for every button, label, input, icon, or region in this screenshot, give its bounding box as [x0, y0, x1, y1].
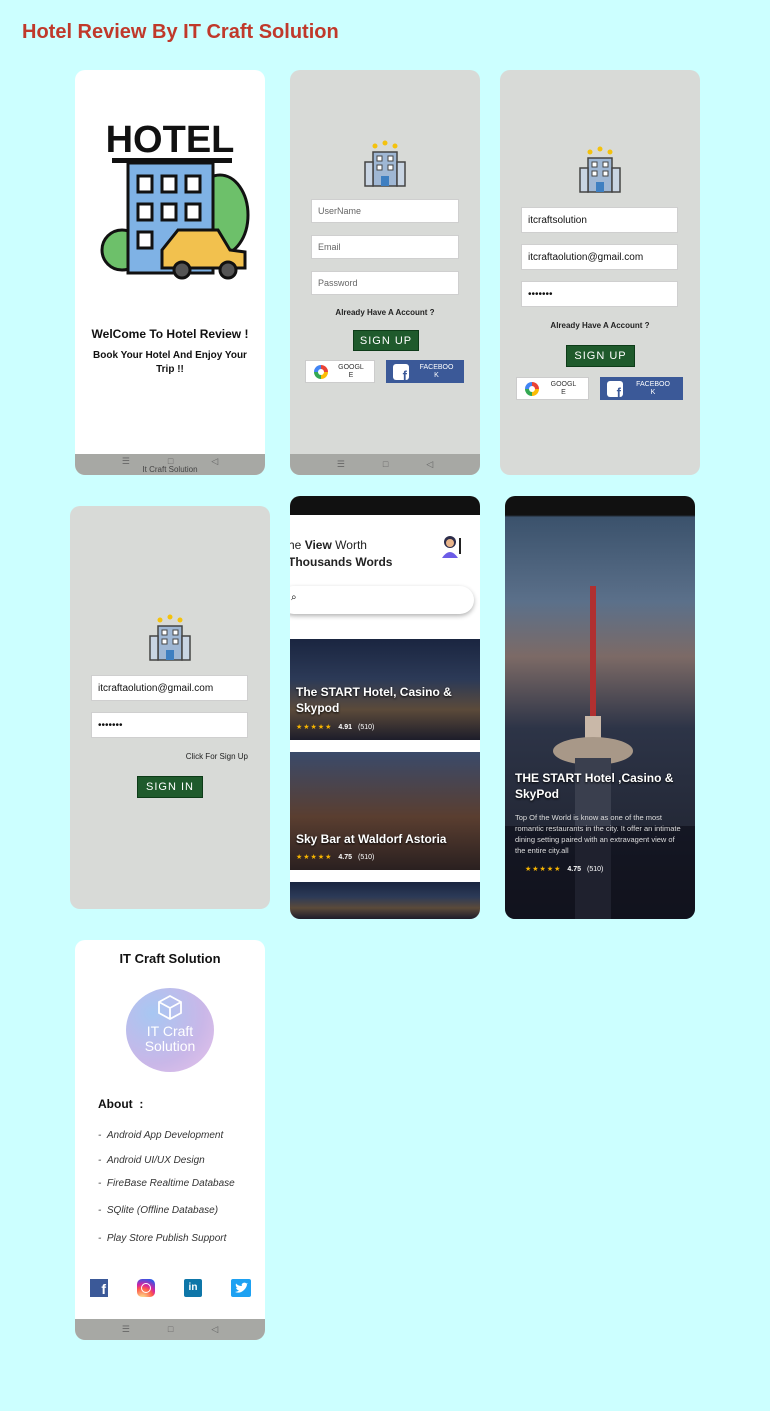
- system-nav-bar: ☰ □ ◁: [75, 1319, 265, 1340]
- about-screen: IT Craft Solution IT Craft Solution About…: [75, 940, 265, 1340]
- hotel-logo-icon: HOTEL: [100, 119, 250, 280]
- hotel-building-icon: [364, 140, 406, 187]
- cube-icon: [158, 994, 182, 1020]
- twitter-icon[interactable]: [231, 1279, 251, 1297]
- card-rating-2: ★★★★★ 4.75 (510): [296, 853, 375, 862]
- splash-footer: It Craft Solution: [142, 465, 198, 474]
- card-rating-1: ★★★★★ 4.91 (510): [296, 723, 375, 732]
- facebook-button[interactable]: f FACEBOO K: [600, 377, 683, 400]
- menu-icon[interactable]: ☰: [122, 457, 130, 466]
- card-title-1: The START Hotel, Casino & Skypod: [296, 685, 452, 715]
- system-nav-bar: ☰ □ ◁: [290, 454, 480, 475]
- star-rating-icon: ★★★★★: [525, 866, 562, 873]
- facebook-icon: f: [607, 380, 623, 399]
- facebook-label-2: K: [650, 388, 656, 396]
- star-rating-icon: ★★★★★: [296, 724, 333, 731]
- detail-screen: THE START Hotel ,Casino & SkyPod Top Of t…: [505, 496, 695, 919]
- user-avatar-icon[interactable]: [440, 534, 464, 558]
- facebook-button[interactable]: f FACEBOO K: [386, 360, 464, 383]
- menu-icon[interactable]: ☰: [122, 1325, 130, 1334]
- password-field[interactable]: •••••••: [521, 281, 678, 307]
- search-icon: ⌕: [291, 592, 297, 603]
- status-bar: [290, 496, 480, 515]
- signup-screen-filled: itcraftsolution itcraftaolution@gmail.co…: [500, 70, 700, 475]
- back-icon[interactable]: ◁: [211, 1325, 218, 1334]
- tagline-line1: Book Your Hotel And Enjoy Your: [93, 350, 247, 361]
- star-rating-icon: ★★★★★: [296, 854, 333, 861]
- email-field[interactable]: itcraftaolution@gmail.com: [521, 244, 678, 270]
- username-field[interactable]: itcraftsolution: [521, 207, 678, 233]
- hotel-building-icon: [149, 614, 191, 661]
- username-field[interactable]: UserName: [311, 199, 459, 223]
- about-item: - Android App Development: [98, 1130, 224, 1141]
- google-label: GOOGL: [338, 363, 364, 371]
- signup-button[interactable]: SIGN UP: [353, 330, 419, 351]
- google-icon: [314, 364, 328, 379]
- instagram-icon[interactable]: [137, 1279, 155, 1297]
- facebook-label-2: K: [434, 371, 439, 379]
- signup-button[interactable]: SIGN UP: [566, 345, 635, 367]
- home-icon[interactable]: □: [168, 1325, 173, 1334]
- headline-bold: View: [304, 538, 332, 552]
- facebook-icon: f: [393, 363, 409, 382]
- detail-description: Top Of the World is know as one of the m…: [515, 813, 681, 855]
- home-icon[interactable]: □: [383, 460, 388, 469]
- hotel-card-1[interactable]: The START Hotel, Casino & Skypod ★★★★★ 4.…: [290, 639, 480, 740]
- google-label-2: E: [348, 371, 354, 379]
- page-title: Hotel Review By IT Craft Solution: [22, 21, 339, 43]
- hotel-building-icon: [579, 146, 621, 193]
- headline-suffix: Worth: [331, 538, 367, 552]
- password-field[interactable]: Password: [311, 271, 459, 295]
- email-field[interactable]: itcraftaolution@gmail.com: [91, 675, 248, 701]
- google-label: GOOGL: [550, 380, 577, 388]
- password-field[interactable]: •••••••: [91, 712, 248, 738]
- home-screen: he View Worth Thousands Words ⌕ The STAR…: [290, 496, 480, 919]
- back-icon[interactable]: ◁: [211, 457, 218, 466]
- signup-screen-empty: UserName Email Password Already Have A A…: [290, 70, 480, 475]
- hotel-card-3[interactable]: [290, 882, 480, 919]
- facebook-label: FACEBOO: [419, 363, 454, 371]
- click-for-signup-link[interactable]: Click For Sign Up: [186, 752, 248, 761]
- google-icon: [525, 381, 539, 396]
- google-button[interactable]: GOOGL E: [305, 360, 375, 383]
- welcome-text: WelCome To Hotel Review !: [91, 327, 249, 341]
- menu-icon[interactable]: ☰: [337, 460, 345, 469]
- facebook-label: FACEBOO: [636, 380, 670, 388]
- google-label-2: E: [561, 388, 566, 396]
- already-account-link[interactable]: Already Have A Account ?: [290, 308, 480, 317]
- detail-title: THE START Hotel ,Casino & SkyPod: [515, 771, 674, 801]
- headline-line2: Thousands Words: [290, 555, 393, 569]
- email-field[interactable]: Email: [311, 235, 459, 259]
- linkedin-icon[interactable]: in: [184, 1279, 202, 1297]
- about-item: - Android UI/UX Design: [98, 1155, 205, 1166]
- about-item: - Play Store Publish Support: [98, 1233, 227, 1244]
- system-nav-bar: ☰ □ ◁ It Craft Solution: [75, 454, 265, 475]
- signin-button[interactable]: SIGN IN: [137, 776, 203, 798]
- about-title: IT Craft Solution: [119, 951, 221, 966]
- about-item: - SQlite (Offline Database): [98, 1205, 219, 1216]
- logo-line2: Solution: [144, 1038, 196, 1054]
- detail-rating: ★★★★★ 4.75 (510): [525, 865, 604, 874]
- tagline-line2: Trip !!: [156, 364, 184, 375]
- about-item: - FireBase Realtime Database: [98, 1178, 235, 1189]
- company-logo: IT Craft Solution: [126, 988, 214, 1072]
- back-icon[interactable]: ◁: [426, 460, 433, 469]
- hotel-card-2[interactable]: Sky Bar at Waldorf Astoria ★★★★★ 4.75 (51…: [290, 752, 480, 870]
- already-account-link[interactable]: Already Have A Account ?: [500, 321, 700, 330]
- headline-prefix: he: [290, 538, 302, 552]
- splash-screen: HOTEL WelCome To Hotel Review ! Book You…: [75, 70, 265, 475]
- search-bar[interactable]: ⌕: [290, 586, 474, 614]
- card-title-2: Sky Bar at Waldorf Astoria: [296, 832, 447, 846]
- svg-text:HOTEL: HOTEL: [106, 119, 235, 161]
- about-heading: About :: [98, 1097, 144, 1111]
- signin-screen: itcraftaolution@gmail.com ••••••• Click …: [70, 506, 270, 909]
- headline: he View Worth: [290, 538, 367, 552]
- facebook-social-icon[interactable]: f: [90, 1279, 108, 1297]
- google-button[interactable]: GOOGL E: [516, 377, 589, 400]
- logo-line1: IT Craft: [146, 1023, 194, 1039]
